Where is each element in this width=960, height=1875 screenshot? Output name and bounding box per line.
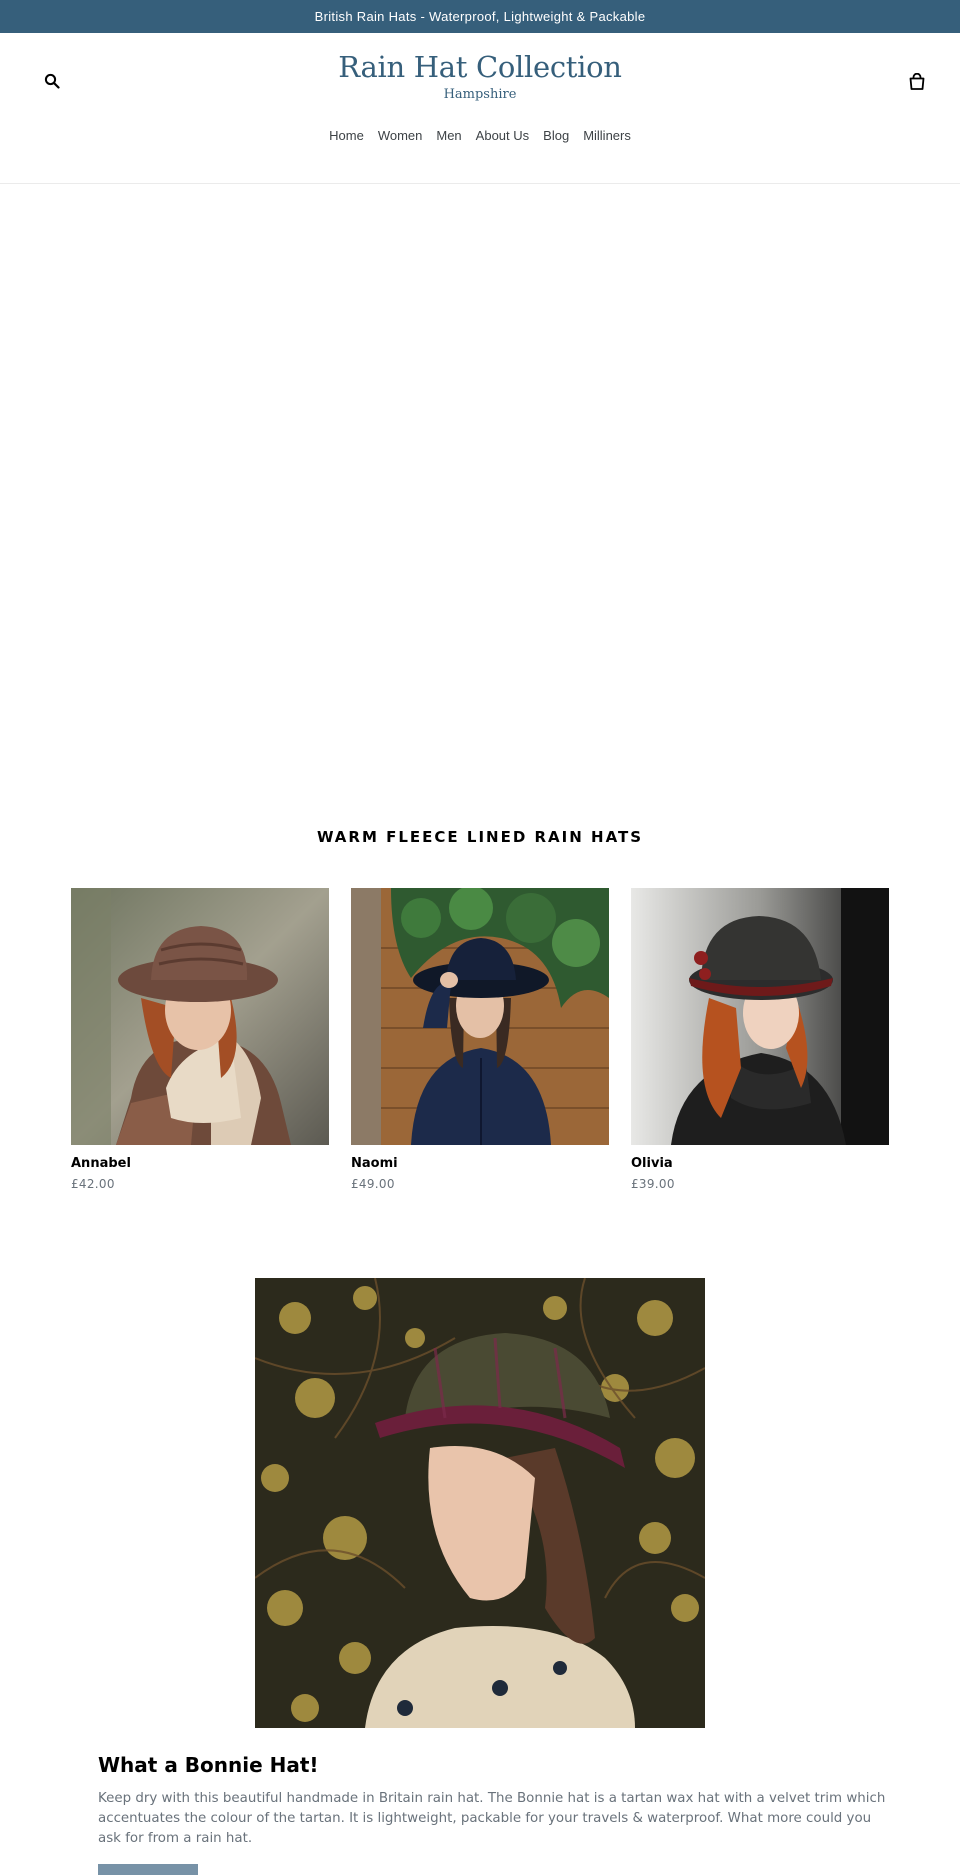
nav-men[interactable]: Men xyxy=(429,126,468,146)
nav-milliners[interactable]: Milliners xyxy=(576,126,638,146)
site-header: Rain Hat Collection Hampshire Home Women… xyxy=(0,33,960,184)
nav-home[interactable]: Home xyxy=(322,126,371,146)
hero-slideshow xyxy=(0,185,960,785)
product-name[interactable]: Annabel xyxy=(71,1156,329,1171)
product-price: £42.00 xyxy=(71,1177,115,1191)
feature-heading: What a Bonnie Hat! xyxy=(98,1753,319,1777)
product-name[interactable]: Olivia xyxy=(631,1156,889,1171)
logo-title: Rain Hat Collection xyxy=(338,50,622,84)
product-card-naomi[interactable]: Naomi £49.00 xyxy=(351,888,609,1191)
logo-subtitle: Hampshire xyxy=(443,87,517,102)
announcement-text: British Rain Hats - Waterproof, Lightwei… xyxy=(314,9,646,24)
product-price: £39.00 xyxy=(631,1177,675,1191)
product-card-olivia[interactable]: Olivia £39.00 xyxy=(631,888,889,1191)
feature-button[interactable] xyxy=(98,1864,198,1875)
product-card-annabel[interactable]: Annabel £42.00 xyxy=(71,888,329,1191)
feature-text: Keep dry with this beautiful handmade in… xyxy=(98,1791,886,1846)
nav-women[interactable]: Women xyxy=(371,126,430,146)
product-image-naomi[interactable] xyxy=(351,888,609,1145)
cart-icon xyxy=(909,72,925,90)
product-image-olivia[interactable] xyxy=(631,888,889,1145)
product-name[interactable]: Naomi xyxy=(351,1156,609,1171)
nav-blog[interactable]: Blog xyxy=(536,126,576,146)
search-icon xyxy=(44,73,60,89)
main-nav: Home Women Men About Us Blog Milliners xyxy=(0,126,960,146)
announcement-bar: British Rain Hats - Waterproof, Lightwei… xyxy=(0,0,960,33)
cart-button[interactable] xyxy=(906,70,928,92)
site-logo[interactable]: Rain Hat Collection Hampshire xyxy=(330,48,630,104)
product-image-annabel[interactable] xyxy=(71,888,329,1145)
collection-title: WARM FLEECE LINED RAIN HATS xyxy=(316,828,644,846)
nav-about-us[interactable]: About Us xyxy=(469,126,536,146)
product-price: £49.00 xyxy=(351,1177,395,1191)
feature-image xyxy=(255,1278,705,1728)
search-button[interactable] xyxy=(42,71,62,91)
